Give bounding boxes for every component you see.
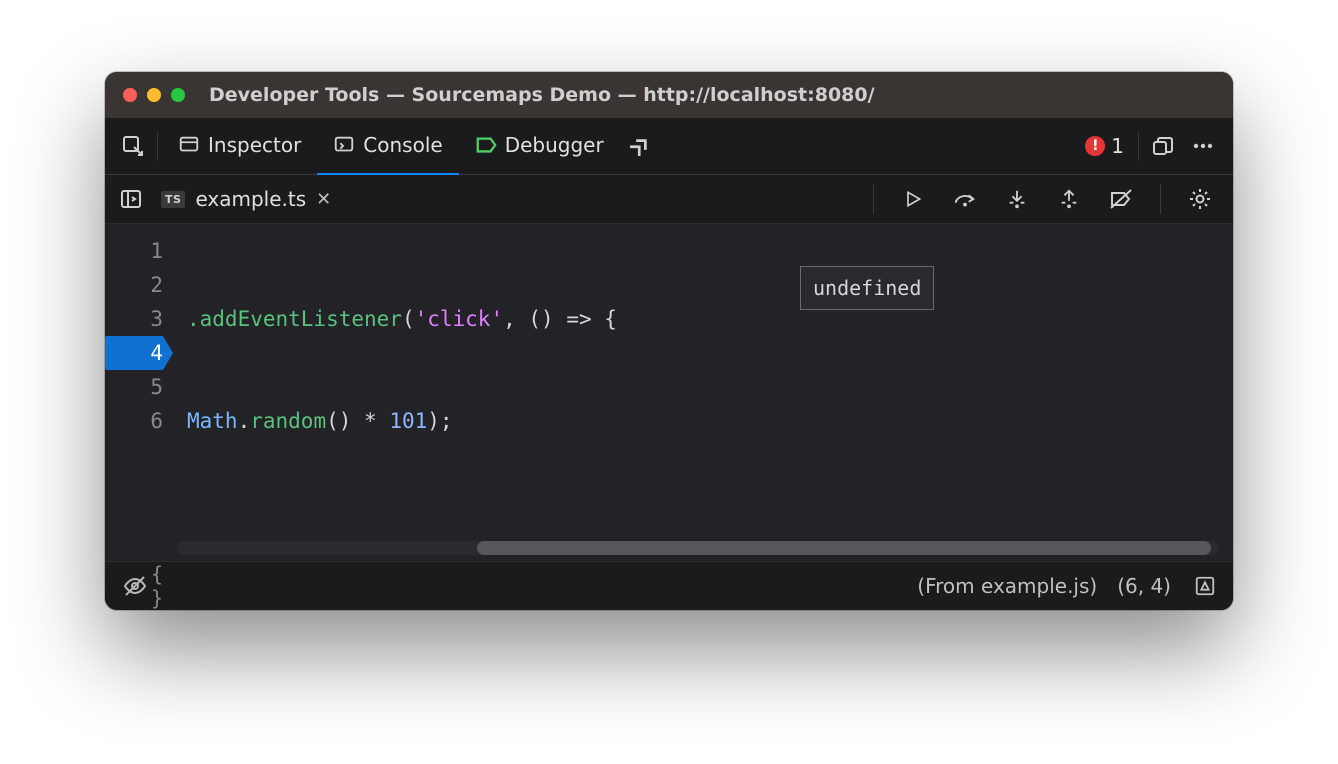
console-icon: [333, 134, 355, 156]
sourcemap-origin: (From example.js): [917, 574, 1097, 598]
code-line: .addEventListener('click', () => {: [187, 302, 1233, 336]
dock-button[interactable]: [1143, 126, 1183, 166]
debugger-settings-button[interactable]: [1183, 179, 1217, 219]
more-tabs-button[interactable]: [620, 126, 660, 166]
line-number[interactable]: 5: [105, 370, 163, 404]
pretty-print-button[interactable]: { }: [151, 566, 185, 606]
file-name: example.ts: [195, 187, 306, 211]
line-number[interactable]: 6: [105, 404, 163, 438]
file-tab-row: TS example.ts ✕: [105, 175, 1233, 224]
tab-console[interactable]: Console: [317, 117, 458, 176]
value-tooltip: undefined: [800, 266, 934, 310]
error-count[interactable]: ! 1: [1075, 134, 1134, 158]
step-out-button[interactable]: [1052, 179, 1086, 219]
code-editor[interactable]: 1 2 3 4 5 6 .addEventListener('click', (…: [105, 224, 1233, 561]
resume-button[interactable]: [896, 179, 930, 219]
pick-element-button[interactable]: [113, 126, 153, 166]
separator: [1138, 131, 1139, 161]
line-number[interactable]: 1: [105, 234, 163, 268]
tab-label: Inspector: [208, 133, 301, 157]
error-icon: !: [1085, 136, 1105, 156]
close-window-button[interactable]: [123, 88, 137, 102]
cursor-position: (6, 4): [1117, 574, 1171, 598]
line-number[interactable]: 3: [105, 302, 163, 336]
separator: [873, 184, 874, 214]
step-over-button[interactable]: [948, 179, 982, 219]
sourcemap-toggle-button[interactable]: [1191, 566, 1219, 606]
breakpoint-line-number[interactable]: 4: [105, 336, 163, 370]
step-in-button[interactable]: [1000, 179, 1034, 219]
close-tab-button[interactable]: ✕: [316, 189, 331, 210]
code-line: Math.random() * 101);: [187, 404, 1233, 438]
file-type-badge: TS: [161, 191, 185, 208]
devtools-window: Developer Tools — Sourcemaps Demo — http…: [105, 72, 1233, 610]
debugger-controls: [869, 179, 1223, 219]
error-count-value: 1: [1111, 134, 1124, 158]
horizontal-scrollbar[interactable]: [177, 541, 1219, 555]
tab-label: Console: [363, 133, 442, 157]
separator: [157, 131, 158, 161]
separator: [1160, 184, 1161, 214]
tab-label: Debugger: [505, 133, 604, 157]
window-title: Developer Tools — Sourcemaps Demo — http…: [209, 84, 875, 106]
blackbox-button[interactable]: [119, 566, 151, 606]
minimize-window-button[interactable]: [147, 88, 161, 102]
file-tab[interactable]: TS example.ts ✕: [151, 175, 341, 223]
code-area[interactable]: .addEventListener('click', () => { Math.…: [173, 224, 1233, 561]
deactivate-breakpoints-button[interactable]: [1104, 179, 1138, 219]
code-line: [187, 506, 1233, 540]
tab-inspector[interactable]: Inspector: [162, 117, 317, 176]
scrollbar-thumb[interactable]: [477, 541, 1211, 555]
window-controls: [123, 88, 185, 102]
devtools-toolbar: Inspector Console Debugger ! 1: [105, 118, 1233, 175]
titlebar: Developer Tools — Sourcemaps Demo — http…: [105, 72, 1233, 118]
line-gutter: 1 2 3 4 5 6: [105, 224, 173, 561]
debugger-icon: [475, 134, 497, 156]
maximize-window-button[interactable]: [171, 88, 185, 102]
sources-panel-toggle[interactable]: [111, 179, 151, 219]
tab-debugger[interactable]: Debugger: [459, 117, 620, 176]
meatball-menu-button[interactable]: [1183, 126, 1223, 166]
line-number[interactable]: 2: [105, 268, 163, 302]
inspector-icon: [178, 134, 200, 156]
status-bar: { } (From example.js) (6, 4): [105, 561, 1233, 610]
